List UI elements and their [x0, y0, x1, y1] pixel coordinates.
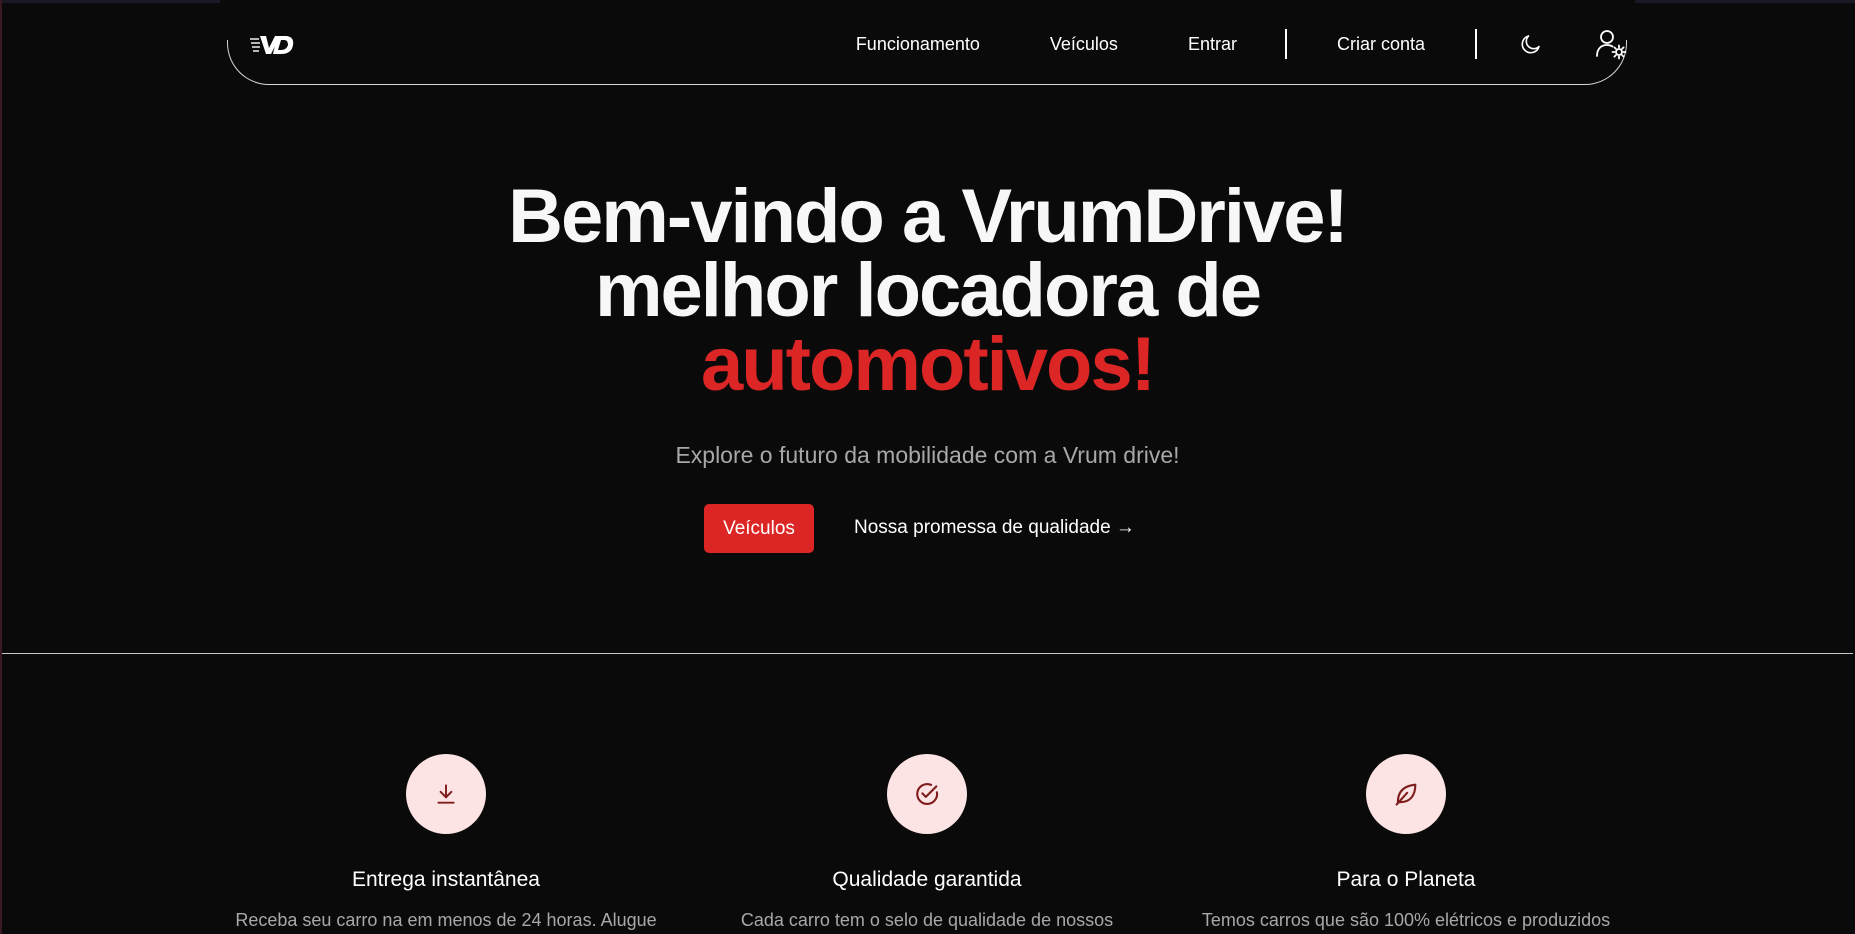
nav-separator: [1475, 29, 1477, 59]
feature-card-quality: Qualidade garantida Cada carro tem o sel…: [687, 754, 1167, 931]
nav-link-funcionamento[interactable]: Funcionamento: [856, 34, 980, 55]
nav-link-veiculos[interactable]: Veículos: [1050, 34, 1118, 55]
brand-logo[interactable]: [250, 30, 298, 60]
feature-title: Para o Planeta: [1336, 868, 1476, 891]
feature-text: Cada carro tem o selo de qualidade de no…: [740, 910, 1114, 930]
hero-title: Bem-vindo a VrumDrive! melhor locadora d…: [0, 179, 1855, 403]
nav-links: Funcionamento Veículos Entrar Criar cont…: [780, 24, 1627, 64]
vd-logo-icon: [250, 36, 294, 54]
section-divider: [2, 653, 1853, 654]
feature-text: Receba seu carro na em menos de 24 horas…: [235, 910, 657, 930]
feature-icon-container: [406, 754, 486, 834]
user-settings-button[interactable]: [1595, 28, 1627, 60]
hero-title-line1: Bem-vindo a VrumDrive!: [508, 174, 1349, 259]
nav-separator: [1284, 29, 1287, 59]
hero-title-line2: melhor locadora de: [594, 248, 1262, 333]
download-icon: [437, 784, 455, 804]
check-circle-icon: [916, 783, 939, 805]
feature-icon-container: [1366, 754, 1446, 834]
feature-text: Temos carros que são 100% elétricos e pr…: [1201, 910, 1611, 930]
vehicles-button[interactable]: Veículos: [704, 504, 814, 553]
hero-title-accent: automotivos!: [700, 322, 1156, 407]
feature-title: Qualidade garantida: [832, 868, 1022, 891]
feature-icon-container: [887, 754, 967, 834]
feature-card-delivery: Entrega instantânea Receba seu carro na …: [206, 754, 686, 931]
moon-icon: [1521, 35, 1540, 54]
feature-title: Entrega instantânea: [352, 868, 540, 891]
nav-link-entrar[interactable]: Entrar: [1188, 34, 1237, 55]
quality-promise-link[interactable]: Nossa promessa de qualidade →: [854, 517, 1135, 539]
feature-card-planet: Para o Planeta Temos carros que são 100%…: [1166, 754, 1646, 931]
hero-subtitle: Explore o futuro da mobilidade com a Vru…: [675, 442, 1180, 468]
nav-link-criar-conta[interactable]: Criar conta: [1337, 34, 1425, 55]
leaf-icon: [1395, 783, 1417, 806]
user-gear-icon: [1596, 30, 1627, 60]
theme-toggle-button[interactable]: [1519, 32, 1543, 56]
